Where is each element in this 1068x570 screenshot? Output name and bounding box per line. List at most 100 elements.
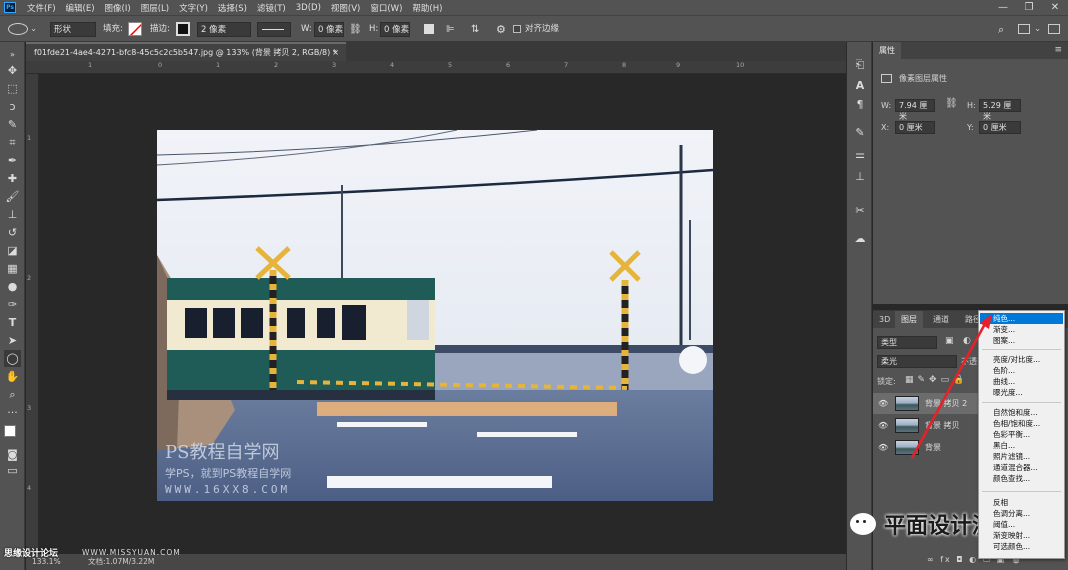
menu-item-exposure[interactable]: 曝光度... [980,387,1063,398]
path-selection-tool-icon[interactable]: ➤ [4,332,21,349]
menu-item-black-white[interactable]: 黑白... [980,440,1063,451]
brush-settings-icon[interactable]: ✎ [851,124,869,142]
gear-icon[interactable]: ⚙ [496,22,506,37]
quick-select-tool-icon[interactable]: ✎ [4,116,21,133]
tab-channels[interactable]: 通道 [927,311,955,328]
cloud-libraries-icon[interactable]: ☁ [851,230,869,248]
tab-3d[interactable]: 3D [873,311,896,328]
menu-file[interactable]: 文件(F) [22,2,61,14]
adjustment-layer-menu[interactable]: 纯色... 渐变... 图案... 亮度/对比度... 色阶... 曲线... … [978,310,1065,559]
tab-layers[interactable]: 图层 [895,311,923,328]
height-field[interactable]: 5.29 厘米 [979,99,1021,121]
blend-mode-select[interactable]: 柔光 [877,355,957,368]
eye-icon[interactable]: 👁 [878,415,888,436]
path-operations-icon[interactable] [424,24,434,34]
layer-name[interactable]: 背景 拷贝 2 [925,393,967,414]
lasso-tool-icon[interactable]: ↄ [4,98,21,115]
width-field[interactable]: 0 像素 [314,22,344,37]
menu-item-color-lookup[interactable]: 颜色查找... [980,473,1063,484]
pen-tool-icon[interactable]: ✑ [4,296,21,313]
link-icon[interactable]: ⛓ [945,98,958,109]
link-icon[interactable]: ⛓ [349,22,362,37]
search-icon[interactable]: ⌕ [998,22,1004,37]
menu-item-vibrance[interactable]: 自然饱和度... [980,407,1063,418]
menu-3d[interactable]: 3D(D) [291,3,326,13]
menu-item-levels[interactable]: 色阶... [980,365,1063,376]
zoom-tool-icon[interactable]: ⌕ [4,386,21,403]
x-field[interactable]: 0 厘米 [895,121,935,134]
tool-mode-select[interactable]: 形状 [50,22,96,37]
menu-item-color-balance[interactable]: 色彩平衡... [980,429,1063,440]
filter-pixel-icon[interactable]: ▣ [945,336,954,346]
filter-adjustment-icon[interactable]: ◐ [963,336,971,346]
tool-presets-icon[interactable]: ✂ [851,202,869,220]
eraser-tool-icon[interactable]: ◪ [4,242,21,259]
layer-row[interactable]: 👁 背景 拷贝 [873,415,979,436]
eye-icon[interactable]: 👁 [878,393,888,414]
hand-tool-icon[interactable]: ✋ [4,368,21,385]
chevron-down-icon[interactable]: ⌄ [1034,22,1041,37]
menu-filter[interactable]: 滤镜(T) [252,2,291,14]
chevron-down-icon[interactable]: ⌄ [30,22,37,37]
canvas-area[interactable]: PS教程自学网 学PS，就到PS教程自学网 WWW.16XX8.COM [39,74,832,554]
document-image[interactable]: PS教程自学网 学PS，就到PS教程自学网 WWW.16XX8.COM [157,130,713,501]
menu-item-pattern[interactable]: 图案... [980,335,1063,346]
clone-stamp-tool-icon[interactable]: ⊥ [4,206,21,223]
menu-edit[interactable]: 编辑(E) [61,2,100,14]
fill-swatch[interactable] [128,22,142,36]
width-field[interactable]: 7.94 厘米 [895,99,935,121]
layer-name[interactable]: 背景 [925,437,941,458]
align-edges-checkbox[interactable] [513,25,521,33]
panel-menu-icon[interactable]: ≡ [1054,45,1062,55]
stroke-type-select[interactable] [257,22,291,37]
foreground-color-swatch[interactable] [4,425,16,437]
type-tool-icon[interactable]: T [4,314,21,331]
ellipse-tool-preset-icon[interactable] [8,23,28,35]
crop-tool-icon[interactable]: ⌗ [4,134,21,151]
layer-name[interactable]: 背景 拷贝 [925,415,960,436]
brush-tool-icon[interactable]: 🖌 [4,188,21,205]
healing-brush-tool-icon[interactable]: ✚ [4,170,21,187]
lock-options-icon[interactable]: ▦✎✥▭🔒 [905,375,968,385]
clone-source-icon[interactable]: ⊥ [851,168,869,186]
restore-icon[interactable]: ❐ [1016,0,1042,15]
menu-item-invert[interactable]: 反相 [980,497,1063,508]
menu-window[interactable]: 窗口(W) [365,2,407,14]
layer-filter-kind-select[interactable]: 类型 [877,336,937,349]
close-tab-icon[interactable]: × [332,44,339,61]
menu-select[interactable]: 选择(S) [213,2,252,14]
paragraph-panel-icon[interactable]: ¶ [851,96,869,114]
share-icon[interactable] [1048,24,1060,34]
gradient-tool-icon[interactable]: ▦ [4,260,21,277]
layer-row[interactable]: 👁 背景 拷贝 2 [873,393,979,414]
height-field[interactable]: 0 像素 [380,22,410,37]
more-tools-icon[interactable]: ··· [4,404,21,421]
stroke-swatch[interactable] [176,22,190,36]
close-icon[interactable]: ✕ [1042,0,1068,15]
menu-item-hue-saturation[interactable]: 色相/饱和度... [980,418,1063,429]
collapse-toolbar-icon[interactable]: » [4,46,21,63]
menu-item-selective-color[interactable]: 可选颜色... [980,541,1063,552]
menu-item-curves[interactable]: 曲线... [980,376,1063,387]
path-alignment-icon[interactable]: ⊫ [446,22,455,37]
menu-item-channel-mixer[interactable]: 通道混合器... [980,462,1063,473]
eye-icon[interactable]: 👁 [878,437,888,458]
tab-properties[interactable]: 属性 [873,42,901,59]
character-panel-icon[interactable]: A [851,77,869,95]
document-tab[interactable]: f01fde21-4ae4-4271-bfc8-45c5c2c5b547.jpg… [26,42,346,61]
history-brush-tool-icon[interactable]: ↺ [4,224,21,241]
menu-layer[interactable]: 图层(L) [136,2,174,14]
stroke-width-field[interactable]: 2 像素 [197,22,251,37]
layer-row[interactable]: 👁 背景 [873,437,979,458]
path-arrangement-icon[interactable]: ⇅ [471,22,479,37]
menu-item-photo-filter[interactable]: 照片滤镜... [980,451,1063,462]
workspace-icon[interactable] [1018,24,1030,34]
screen-mode-icon[interactable]: ▭ [4,462,21,479]
menu-type[interactable]: 文字(Y) [174,2,213,14]
menu-view[interactable]: 视图(V) [326,2,365,14]
eyedropper-tool-icon[interactable]: ✒ [4,152,21,169]
adjustments-panel-icon[interactable]: ⚌ [851,146,869,164]
marquee-tool-icon[interactable]: ⬚ [4,80,21,97]
menu-item-solid-color[interactable]: 纯色... [980,313,1063,324]
ellipse-tool-icon[interactable]: ◯ [4,350,21,367]
